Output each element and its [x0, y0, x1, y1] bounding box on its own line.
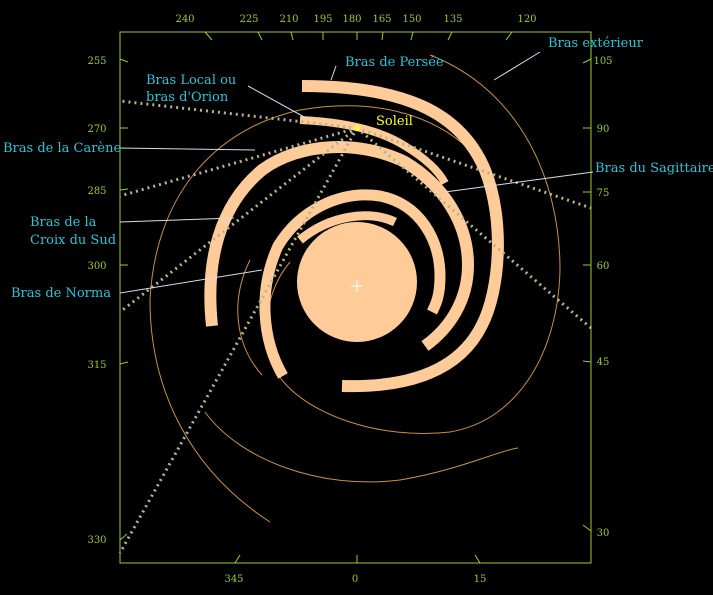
degree-label: 150 — [402, 14, 421, 25]
degree-label: 45 — [597, 357, 610, 368]
label-sun: Soleil — [376, 114, 413, 129]
label-perseus-arm: Bras de Persée — [345, 55, 444, 70]
leader-line — [493, 51, 541, 81]
degree-label: 240 — [175, 14, 194, 25]
degree-label: 120 — [517, 14, 536, 25]
degree-label: 285 — [87, 186, 106, 197]
degree-label: 165 — [372, 14, 391, 25]
degree-label: 345 — [224, 574, 243, 585]
leader-line — [444, 171, 594, 193]
degree-label: 300 — [87, 261, 106, 272]
leader-line — [119, 269, 263, 294]
degree-label: 75 — [597, 188, 610, 199]
label-sagittarius-arm: Bras du Sagittaire — [595, 161, 713, 176]
degree-labels-right: 105 90 75 60 45 30 — [593, 56, 612, 539]
degree-label: 0 — [352, 574, 358, 585]
degree-label: 30 — [597, 528, 610, 539]
leader-line — [119, 217, 235, 223]
degree-label: 15 — [474, 574, 487, 585]
galaxy-map: 240 225 210 195 180 165 150 135 120 255 … — [3, 14, 713, 585]
leader-line — [247, 85, 307, 119]
label-crux-arm-line2: Croix du Sud — [30, 233, 116, 248]
label-norma-arm: Bras de Norma — [11, 286, 111, 301]
degree-labels-left: 255 270 285 300 315 330 — [87, 56, 106, 546]
spiral-lower-line — [204, 411, 519, 483]
label-local-arm-line2: bras d'Orion — [146, 90, 229, 105]
degree-label: 270 — [87, 124, 106, 135]
degree-label: 60 — [597, 261, 610, 272]
degree-label: 225 — [239, 14, 258, 25]
degree-label: 90 — [597, 124, 610, 135]
label-carina-arm: Bras de la Carène — [3, 141, 121, 156]
degree-label: 255 — [87, 56, 106, 67]
degree-label: 135 — [443, 14, 462, 25]
sun-marker — [354, 125, 360, 131]
leader-line — [330, 65, 337, 81]
label-local-arm-line1: Bras Local ou — [146, 73, 236, 88]
degree-label: 180 — [342, 14, 361, 25]
degree-label: 105 — [593, 56, 612, 67]
degree-labels-bottom: 345 0 15 — [224, 574, 486, 585]
label-outer-arm: Bras extérieur — [548, 36, 644, 51]
milky-way-diagram: 240 225 210 195 180 165 150 135 120 255 … — [0, 0, 713, 595]
degree-label: 210 — [279, 14, 298, 25]
degree-labels-top: 240 225 210 195 180 165 150 135 120 — [175, 14, 536, 25]
leader-line — [119, 147, 256, 151]
degree-label: 195 — [313, 14, 332, 25]
degree-label: 315 — [87, 360, 106, 371]
label-crux-arm-line1: Bras de la — [30, 215, 97, 230]
degree-label: 330 — [87, 535, 106, 546]
